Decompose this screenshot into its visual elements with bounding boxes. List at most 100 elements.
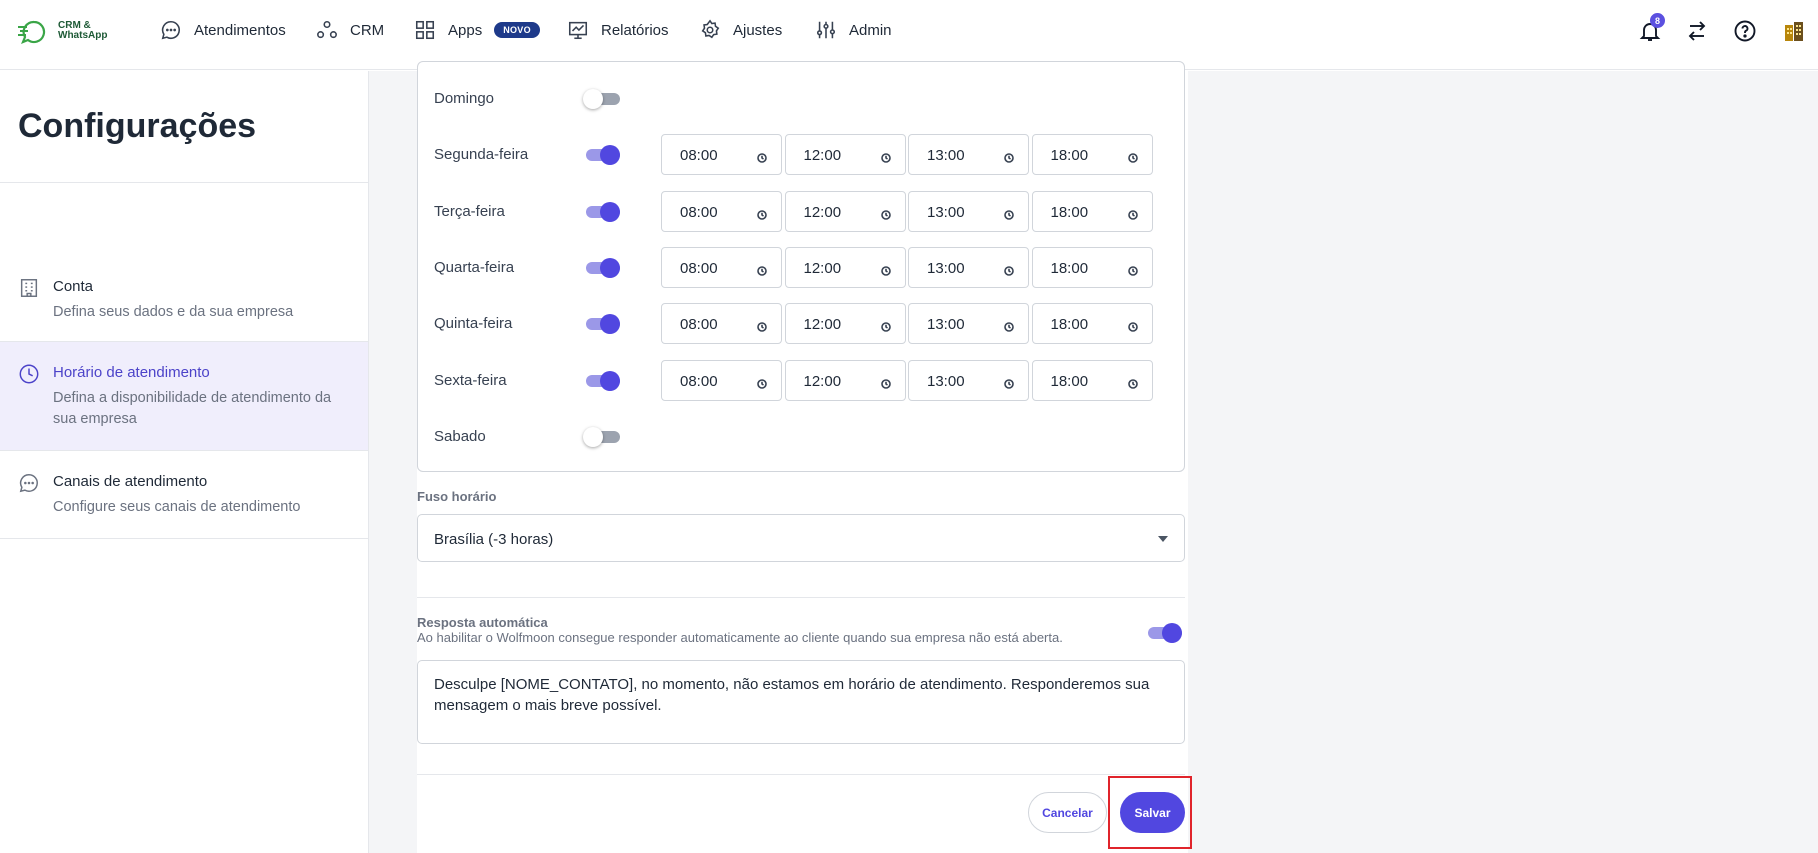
schedule-row: Terça-feira 08:00 12:00 13:00 18:00 — [434, 190, 1174, 232]
time-value: 12:00 — [803, 372, 842, 390]
time-input[interactable]: 18:00 — [1031, 246, 1153, 288]
settings-panel: Domingo Segunda-feira 08:00 12:00 13:00 18:00… — [417, 61, 1192, 853]
day-label: Quarta-feira — [434, 258, 515, 276]
clock-icon — [757, 150, 767, 164]
time-value: 12:00 — [803, 203, 842, 221]
sidebar-item-description: Defina seus dados e da sua empresa — [53, 304, 294, 320]
nav-label: CRM — [350, 21, 385, 39]
nav-label: Atendimentos — [194, 21, 286, 39]
day-enabled-toggle[interactable] — [583, 257, 620, 278]
time-input[interactable]: 18:00 — [1031, 359, 1153, 401]
time-input[interactable]: 12:00 — [784, 359, 906, 401]
apps-grid-icon — [415, 20, 435, 40]
time-input[interactable]: 18:00 — [1031, 190, 1153, 232]
clock-icon — [1127, 319, 1138, 332]
nav-label: Ajustes — [733, 21, 783, 39]
top-navigation-bar: CRM & WhatsApp Atendimentos CRM Apps NOV… — [0, 0, 1818, 70]
auto-reply-toggle[interactable] — [1145, 623, 1182, 643]
toggle-knob — [583, 426, 603, 447]
building-icon — [1785, 22, 1803, 41]
clock-icon — [880, 319, 891, 332]
time-value: 08:00 — [680, 316, 718, 334]
nav-apps[interactable]: Apps NOVO — [414, 16, 540, 44]
main-content: Domingo Segunda-feira 08:00 12:00 13:00 18:00… — [369, 61, 1818, 853]
toggle-knob — [600, 201, 620, 222]
clock-icon — [757, 319, 767, 332]
toggle-knob — [1162, 623, 1182, 643]
sidebar-item-horario[interactable]: Horário de atendimento Defina a disponib… — [0, 342, 368, 450]
settings-sidebar: Configurações Conta Defina seus dados e … — [0, 71, 369, 853]
nav-relatorios[interactable]: Relatórios — [567, 16, 669, 44]
clock-icon — [1127, 207, 1138, 220]
time-input[interactable]: 12:00 — [784, 246, 906, 288]
help-circle-icon — [1734, 20, 1756, 42]
time-input[interactable]: 08:00 — [661, 303, 782, 345]
clock-icon — [880, 207, 891, 220]
nav-atendimentos[interactable]: Atendimentos — [160, 16, 286, 44]
notifications-button[interactable]: 8 — [1636, 13, 1665, 45]
toggle-knob — [600, 314, 620, 335]
day-enabled-toggle[interactable] — [583, 145, 620, 166]
clock-icon — [880, 150, 891, 164]
sidebar-item-conta[interactable]: Conta Defina seus dados e da sua empresa — [0, 183, 368, 341]
time-value: 12:00 — [803, 259, 842, 277]
time-input[interactable]: 08:00 — [661, 190, 782, 232]
day-enabled-toggle[interactable] — [583, 370, 620, 391]
sidebar-item-title: Horário de atendimento — [53, 364, 210, 381]
day-enabled-toggle[interactable] — [583, 426, 620, 447]
help-button[interactable] — [1731, 17, 1759, 45]
time-value: 13:00 — [927, 259, 965, 277]
toggle-knob — [583, 89, 603, 109]
clock-icon — [880, 263, 891, 276]
time-input[interactable]: 08:00 — [661, 246, 782, 288]
time-input[interactable]: 12:00 — [784, 134, 906, 176]
day-enabled-toggle[interactable] — [583, 201, 620, 222]
time-input[interactable]: 08:00 — [661, 359, 782, 401]
sidebar-item-description: Defina a disponibilidade de atendimento … — [53, 390, 332, 427]
time-value: 08:00 — [680, 259, 718, 277]
day-label: Segunda-feira — [434, 146, 529, 164]
day-enabled-toggle[interactable] — [583, 314, 620, 335]
day-enabled-toggle[interactable] — [583, 89, 620, 109]
nav-crm[interactable]: CRM — [316, 16, 384, 44]
auto-reply-message-textarea[interactable]: Desculpe [NOME_CONTATO], no momento, não… — [417, 660, 1185, 744]
section-divider — [417, 597, 1185, 598]
time-input[interactable]: 12:00 — [784, 190, 906, 232]
sidebar-item-description: Configure seus canais de atendimento — [53, 499, 301, 515]
toggle-knob — [600, 145, 620, 166]
schedule-row: Segunda-feira 08:00 12:00 13:00 18:00 — [434, 134, 1174, 176]
time-input[interactable]: 08:00 — [661, 134, 782, 176]
time-value: 08:00 — [680, 372, 718, 390]
time-input[interactable]: 13:00 — [908, 246, 1029, 288]
time-value: 18:00 — [1050, 147, 1089, 165]
time-value: 08:00 — [680, 203, 718, 221]
time-input[interactable]: 18:00 — [1031, 303, 1153, 345]
toggle-knob — [600, 370, 620, 391]
time-input[interactable]: 12:00 — [784, 303, 906, 345]
time-value: 18:00 — [1050, 259, 1089, 277]
sidebar-item-title: Canais de atendimento — [53, 473, 208, 490]
time-input[interactable]: 13:00 — [908, 359, 1029, 401]
nav-label: Admin — [849, 21, 892, 39]
clock-icon — [1127, 150, 1138, 164]
brand-logo[interactable]: CRM & WhatsApp — [18, 16, 128, 46]
time-input[interactable]: 13:00 — [908, 134, 1029, 176]
cancel-button[interactable]: Cancelar — [1028, 792, 1107, 833]
nav-ajustes[interactable]: Ajustes — [699, 16, 782, 44]
time-input[interactable]: 13:00 — [908, 303, 1029, 345]
time-value: 12:00 — [803, 147, 842, 165]
building-outline-icon — [18, 277, 40, 299]
chat-bubble-icon — [18, 472, 40, 494]
company-avatar-button[interactable] — [1780, 17, 1808, 45]
timezone-select[interactable]: Brasília (-3 horas) — [417, 514, 1185, 562]
time-input[interactable]: 13:00 — [908, 190, 1029, 232]
time-value: 13:00 — [927, 316, 965, 334]
time-input[interactable]: 18:00 — [1031, 134, 1153, 176]
whatsapp-logo-icon — [18, 18, 54, 44]
switch-account-button[interactable] — [1683, 17, 1711, 45]
sidebar-item-canais[interactable]: Canais de atendimento Configure seus can… — [0, 451, 368, 538]
time-value: 12:00 — [803, 316, 842, 334]
auto-reply-title: Resposta automática — [417, 615, 548, 630]
clock-icon — [757, 207, 767, 220]
nav-admin[interactable]: Admin — [815, 16, 892, 44]
